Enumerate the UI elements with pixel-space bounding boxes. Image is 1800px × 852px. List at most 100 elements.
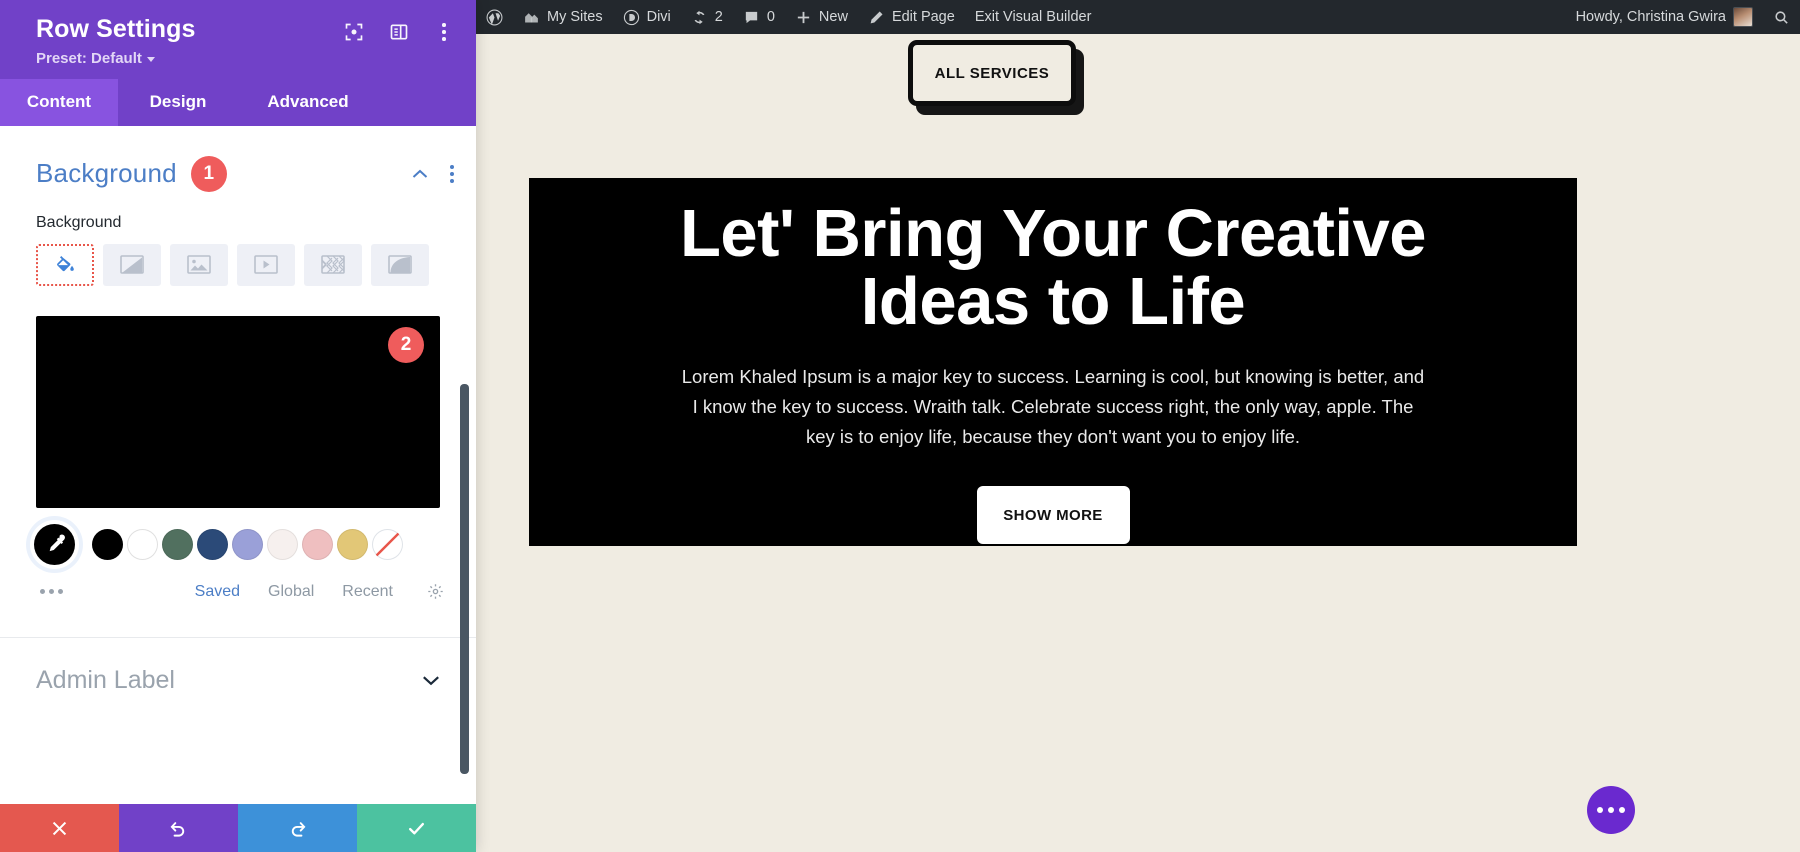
adminbar-item-edit-page[interactable]: Edit Page — [858, 0, 965, 34]
pattern-icon — [321, 255, 345, 274]
tab-design[interactable]: Design — [118, 78, 238, 126]
howdy-label: Howdy, Christina Gwira — [1575, 9, 1726, 25]
annotation-badge-2: 2 — [388, 326, 424, 363]
adminbar-item-divi[interactable]: Divi — [613, 0, 681, 34]
btn-3d: ALL SERVICES — [908, 40, 1084, 115]
chevron-up-icon[interactable] — [412, 169, 428, 179]
hero-title: Let' Bring Your Creative Ideas to Life — [679, 196, 1427, 340]
kebab-menu-icon[interactable] — [434, 22, 454, 42]
panel-header-icons — [344, 16, 454, 42]
dot — [1608, 807, 1614, 813]
hero-paragraph: Lorem Khaled Ipsum is a major key to suc… — [681, 365, 1425, 447]
show-more-button[interactable]: SHOW MORE — [976, 486, 1130, 545]
adminbar-label: Exit Visual Builder — [974, 9, 1092, 25]
chevron-down-icon — [146, 56, 155, 62]
tab-advanced[interactable]: Advanced — [238, 78, 378, 126]
adminbar-search[interactable] — [1763, 0, 1800, 34]
pencil-icon — [870, 10, 883, 23]
background-type-tabs — [0, 232, 476, 286]
wordpress-admin-bar: My Sites Divi 2 0 New Edit Page Exit Vis… — [476, 0, 1800, 34]
save-button[interactable] — [357, 804, 476, 852]
row-settings-panel: Row Settings Preset: Default Content Des… — [0, 0, 476, 852]
comments-icon — [745, 11, 758, 23]
swatch-gold[interactable] — [337, 528, 368, 560]
adminbar-item-updates[interactable]: 2 — [681, 0, 733, 34]
background-mask-tab[interactable] — [371, 243, 429, 286]
admin-label-section[interactable]: Admin Label — [0, 638, 476, 723]
all-services-button[interactable]: ALL SERVICES — [908, 40, 1076, 106]
panel-body: Background 1 Background 2 Saved Global R… — [0, 125, 476, 804]
adminbar-item-exit-visual-builder[interactable]: Exit Visual Builder — [965, 0, 1102, 34]
swatch-none[interactable] — [372, 528, 403, 560]
mask-icon — [388, 255, 412, 274]
image-icon — [187, 255, 211, 274]
no-color-icon — [375, 531, 400, 557]
adminbar-label: My Sites — [547, 9, 603, 25]
eyedropper-button[interactable] — [30, 519, 79, 569]
sites-icon — [525, 12, 538, 22]
palette-tab-global[interactable]: Global — [268, 583, 314, 601]
adminbar-label: Edit Page — [891, 9, 955, 25]
paint-bucket-icon — [56, 256, 74, 272]
more-options-button[interactable] — [1587, 786, 1635, 834]
background-video-tab[interactable] — [237, 243, 295, 286]
tab-content[interactable]: Content — [0, 78, 118, 126]
more-colors-button[interactable] — [40, 589, 63, 594]
adminbar-label: New — [818, 9, 848, 25]
background-color-tab[interactable] — [36, 243, 94, 286]
swatch-navy[interactable] — [197, 528, 228, 560]
preset-selector[interactable]: Preset: Default — [36, 50, 454, 67]
palette-tabs: Saved Global Recent — [195, 583, 444, 601]
background-field-label: Background — [36, 213, 122, 231]
color-preview[interactable]: 2 — [36, 315, 440, 508]
swatch-offwhite[interactable] — [267, 528, 298, 560]
redo-icon — [291, 821, 306, 837]
section-kebab-menu-icon[interactable] — [450, 164, 454, 183]
adminbar-item-my-sites[interactable]: My Sites — [513, 0, 613, 34]
cancel-button[interactable] — [0, 804, 119, 852]
swatch-periwinkle[interactable] — [232, 528, 263, 560]
adminbar-item-new[interactable]: New — [785, 0, 858, 34]
redo-button[interactable] — [238, 804, 357, 852]
dot — [1619, 807, 1625, 813]
swatch-pink[interactable] — [302, 528, 333, 560]
swatch-black[interactable] — [92, 528, 123, 560]
background-gradient-tab[interactable] — [103, 243, 161, 286]
palette-tab-saved[interactable]: Saved — [195, 583, 240, 601]
hero-row: Let' Bring Your Creative Ideas to Life L… — [529, 178, 1577, 546]
panel-action-bar — [0, 804, 476, 852]
palette-tab-recent[interactable]: Recent — [342, 583, 393, 601]
background-pattern-tab[interactable] — [304, 243, 362, 286]
screen: My Sites Divi 2 0 New Edit Page Exit Vis… — [0, 0, 1800, 852]
annotation-badge-1: 1 — [190, 155, 227, 192]
gear-icon[interactable] — [427, 583, 444, 600]
avatar — [1733, 7, 1753, 27]
background-image-tab[interactable] — [170, 243, 228, 286]
swatch-white[interactable] — [127, 528, 158, 560]
adminbar-item-comments[interactable]: 0 — [733, 0, 785, 34]
check-icon — [408, 822, 425, 834]
wordpress-logo-menu[interactable] — [476, 0, 513, 34]
dot — [1597, 807, 1603, 813]
video-icon — [254, 255, 278, 274]
divi-icon — [623, 9, 639, 25]
panel-header: Row Settings Preset: Default — [0, 0, 476, 79]
eyedropper-icon — [34, 523, 75, 565]
page-preview: My Sites Divi 2 0 New Edit Page Exit Vis… — [476, 0, 1800, 852]
adminbar-account[interactable]: Howdy, Christina Gwira — [1566, 0, 1763, 34]
layout-panel-icon[interactable] — [389, 22, 409, 42]
focus-frame-icon[interactable] — [344, 22, 364, 42]
swatch-green[interactable] — [162, 528, 193, 560]
adminbar-updates-count: 2 — [714, 9, 723, 25]
adminbar-comments-count: 0 — [766, 9, 775, 25]
plus-icon — [797, 11, 810, 23]
all-services-button-wrap: ALL SERVICES — [908, 40, 1084, 115]
gradient-icon — [120, 255, 144, 274]
chevron-down-icon[interactable] — [422, 675, 440, 686]
background-section-header: Background 1 — [0, 126, 476, 192]
color-swatch-row — [0, 508, 476, 569]
panel-scrollbar[interactable] — [460, 383, 469, 774]
search-icon — [1775, 10, 1788, 24]
wordpress-icon — [486, 9, 503, 25]
undo-button[interactable] — [119, 804, 238, 852]
